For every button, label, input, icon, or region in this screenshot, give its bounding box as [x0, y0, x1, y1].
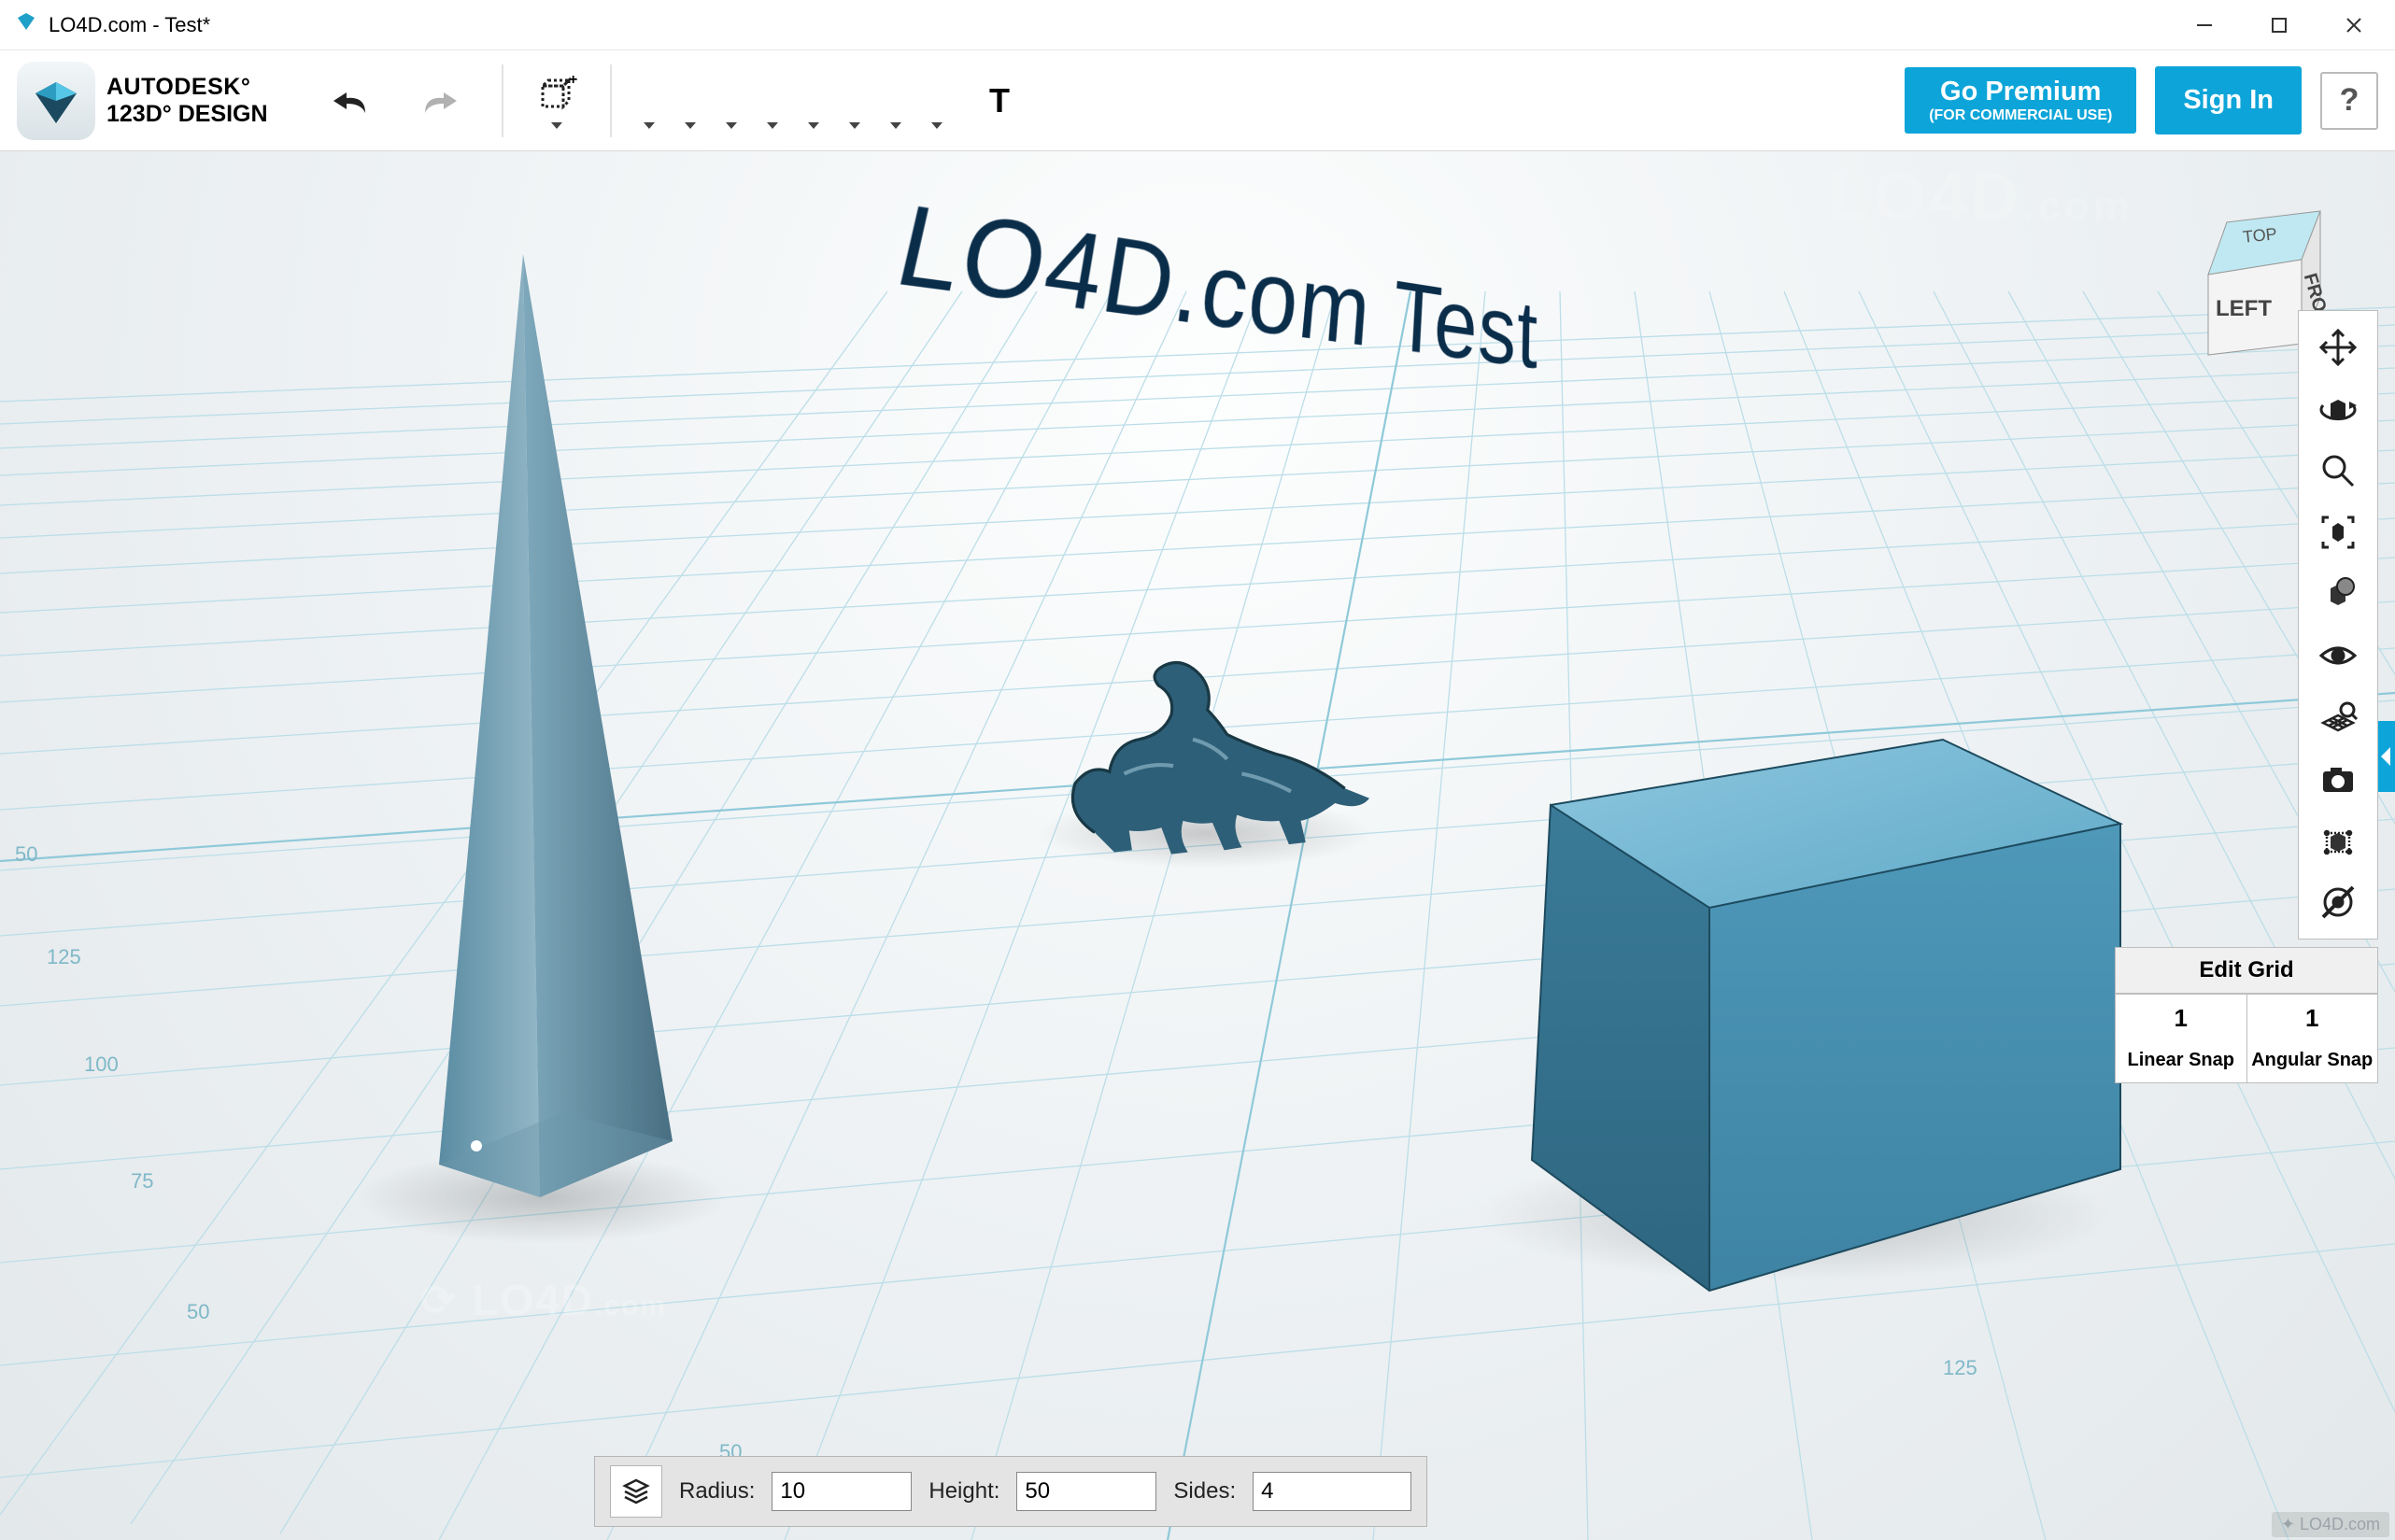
- scene: 50 125 100 75 50 50 125: [0, 151, 2395, 1540]
- undo-button[interactable]: [322, 73, 378, 129]
- help-button[interactable]: ?: [2320, 72, 2378, 130]
- angular-snap-input[interactable]: [2247, 995, 2378, 1042]
- maximize-button[interactable]: [2242, 0, 2317, 50]
- fit-tool[interactable]: [2305, 502, 2371, 563]
- measure-tool[interactable]: [916, 72, 957, 129]
- pan-tool[interactable]: [2305, 317, 2371, 378]
- svg-text:125: 125: [47, 945, 81, 968]
- viewport[interactable]: LO4D.com: [0, 151, 2395, 1540]
- visibility-tool[interactable]: [2305, 625, 2371, 686]
- lock-orbit-tool[interactable]: [2305, 871, 2371, 933]
- svg-text:50: 50: [15, 842, 37, 866]
- redo-button[interactable]: [412, 73, 468, 129]
- separator: [610, 64, 612, 137]
- text-tool[interactable]: T: [974, 73, 1030, 129]
- primitives-tool[interactable]: [629, 72, 670, 129]
- side-panel-toggle[interactable]: [2378, 721, 2395, 792]
- zoom-tool[interactable]: [2305, 440, 2371, 502]
- premium-subtitle: (FOR COMMERCIAL USE): [1929, 107, 2112, 124]
- sketch-tool[interactable]: [670, 72, 711, 129]
- svg-text:50: 50: [187, 1300, 209, 1323]
- brand-line1: AUTODESK°: [106, 74, 268, 101]
- separator: [502, 64, 503, 137]
- sides-label: Sides:: [1173, 1478, 1236, 1505]
- viewcube-left: LEFT: [2216, 296, 2272, 321]
- app-small-icon: [15, 10, 37, 39]
- snapshot-tool[interactable]: [2305, 748, 2371, 810]
- pattern-tool[interactable]: [793, 72, 834, 129]
- signin-button[interactable]: Sign In: [2155, 66, 2302, 134]
- group-tool[interactable]: [2305, 810, 2371, 871]
- materials-tool[interactable]: [2305, 563, 2371, 625]
- titlebar: LO4D.com - Test*: [0, 0, 2395, 50]
- sides-input[interactable]: [1253, 1472, 1411, 1511]
- navigation-tools: [2298, 310, 2378, 940]
- modify-tool[interactable]: [752, 72, 793, 129]
- watermark-corner: ✦ LO4D.com: [2272, 1512, 2389, 1537]
- cone-object: [439, 254, 673, 1197]
- minimize-button[interactable]: [2167, 0, 2242, 50]
- snap-panel: Linear Snap Angular Snap: [2115, 994, 2378, 1083]
- go-premium-button[interactable]: Go Premium (FOR COMMERCIAL USE): [1905, 67, 2136, 134]
- chevron-down-icon: [551, 122, 562, 129]
- svg-text:T: T: [989, 81, 1010, 120]
- orbit-tool[interactable]: [2305, 378, 2371, 440]
- layers-icon[interactable]: [610, 1465, 662, 1518]
- svg-text:100: 100: [84, 1053, 119, 1076]
- radius-input[interactable]: [772, 1472, 912, 1511]
- grid-tool[interactable]: [2305, 686, 2371, 748]
- linear-snap-input[interactable]: [2116, 995, 2246, 1042]
- height-label: Height:: [928, 1478, 999, 1505]
- edit-grid-button[interactable]: Edit Grid: [2115, 947, 2378, 994]
- svg-text:125: 125: [1943, 1356, 1977, 1379]
- window-title: LO4D.com - Test*: [49, 13, 210, 37]
- grouping-tool[interactable]: [875, 72, 916, 129]
- toolbar: AUTODESK° 123D° DESIGN + T Go Premium (F…: [0, 50, 2395, 151]
- svg-text:+: +: [569, 73, 577, 88]
- linear-snap-label: Linear Snap: [2116, 1042, 2247, 1082]
- app-icon[interactable]: [17, 62, 95, 140]
- viewcube-top: TOP: [2242, 224, 2278, 247]
- premium-title: Go Premium: [1929, 77, 2112, 107]
- height-input[interactable]: [1016, 1472, 1156, 1511]
- brand: AUTODESK° 123D° DESIGN: [106, 74, 268, 128]
- brand-line2: 123D° DESIGN: [106, 101, 268, 128]
- insert-primitive-button[interactable]: +: [520, 72, 593, 129]
- angular-snap-label: Angular Snap: [2247, 1042, 2378, 1082]
- svg-text:75: 75: [131, 1169, 153, 1193]
- combine-tool[interactable]: [834, 72, 875, 129]
- watermark: ⟳ LO4D.com: [420, 1275, 667, 1325]
- close-button[interactable]: [2317, 0, 2391, 50]
- property-bar: Radius: Height: Sides:: [594, 1456, 1427, 1527]
- construct-tool[interactable]: [711, 72, 752, 129]
- radius-label: Radius:: [679, 1478, 755, 1505]
